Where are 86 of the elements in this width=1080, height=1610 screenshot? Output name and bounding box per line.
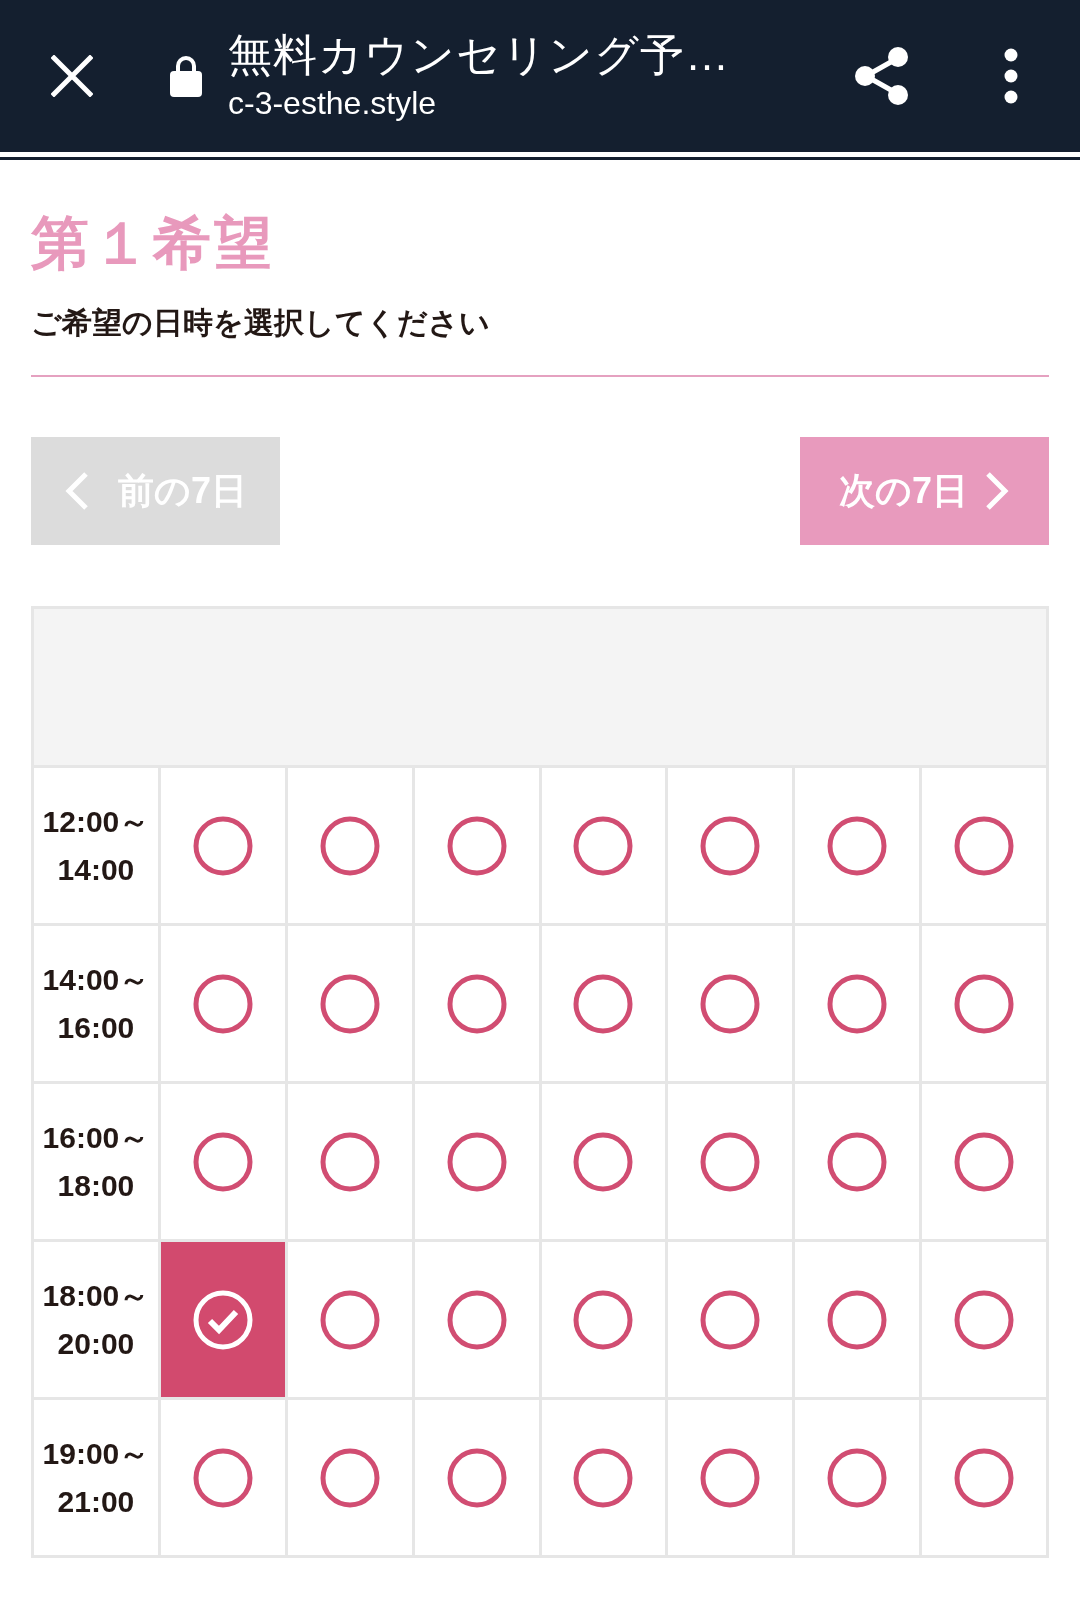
time-label: 19:00～ 21:00 <box>34 1400 158 1555</box>
circle-icon <box>700 1289 761 1350</box>
time-slot-button[interactable] <box>160 1242 285 1397</box>
instruction-text: ご希望の日時を選択してください <box>31 305 491 341</box>
time-slot-button[interactable] <box>287 1084 412 1239</box>
circle-icon <box>319 1447 380 1508</box>
time-slot-button[interactable] <box>414 768 539 923</box>
circle-icon <box>827 1447 888 1508</box>
circle-icon <box>192 973 253 1034</box>
circle-icon <box>954 1447 1015 1508</box>
circle-icon <box>446 815 507 876</box>
circle-icon <box>446 973 507 1034</box>
time-label: 14:00～ 16:00 <box>34 926 158 1081</box>
chevron-left-icon <box>64 471 90 511</box>
time-slot-button[interactable] <box>795 1084 920 1239</box>
circle-icon <box>319 973 380 1034</box>
time-slot-button[interactable] <box>795 1400 920 1555</box>
time-label: 12:00～ 14:00 <box>34 768 158 923</box>
circle-icon <box>827 1131 888 1192</box>
time-slot-button[interactable] <box>922 1400 1046 1555</box>
time-slot-button[interactable] <box>541 768 666 923</box>
time-slot-button[interactable] <box>922 768 1046 923</box>
circle-icon <box>954 973 1015 1034</box>
time-slot-button[interactable] <box>287 926 412 1081</box>
next-week-button[interactable]: 次の7日 <box>800 437 1049 545</box>
lock-icon[interactable] <box>170 55 202 97</box>
time-slot-button[interactable] <box>922 1242 1046 1397</box>
time-slot-button[interactable] <box>541 926 666 1081</box>
time-slot-button[interactable] <box>668 1084 793 1239</box>
circle-icon <box>700 815 761 876</box>
time-slot-button[interactable] <box>414 1242 539 1397</box>
time-slot-button[interactable] <box>160 768 285 923</box>
circle-icon <box>319 815 380 876</box>
circle-icon <box>954 815 1015 876</box>
time-slot-button[interactable] <box>414 1084 539 1239</box>
time-slot-button[interactable] <box>541 1084 666 1239</box>
circle-icon <box>446 1289 507 1350</box>
time-slot-button[interactable] <box>795 1242 920 1397</box>
time-label: 18:00～ 20:00 <box>34 1242 158 1397</box>
circle-icon <box>700 1131 761 1192</box>
circle-icon <box>192 1131 253 1192</box>
circle-icon <box>954 1131 1015 1192</box>
circle-icon <box>319 1131 380 1192</box>
time-label: 16:00～ 18:00 <box>34 1084 158 1239</box>
time-slot-button[interactable] <box>795 768 920 923</box>
circle-icon <box>446 1131 507 1192</box>
circle-icon <box>700 1447 761 1508</box>
circle-icon <box>827 815 888 876</box>
time-slot-button[interactable] <box>668 926 793 1081</box>
circle-icon <box>192 815 253 876</box>
circle-icon <box>319 1289 380 1350</box>
time-slot-button[interactable] <box>414 1400 539 1555</box>
time-slot-button[interactable] <box>541 1400 666 1555</box>
circle-icon <box>573 1447 634 1508</box>
share-icon[interactable] <box>854 46 910 106</box>
circle-icon <box>573 1289 634 1350</box>
close-icon[interactable] <box>51 55 93 97</box>
time-slot-button[interactable] <box>287 1242 412 1397</box>
time-slot-button[interactable] <box>922 926 1046 1081</box>
time-slot-button[interactable] <box>287 1400 412 1555</box>
circle-icon <box>573 815 634 876</box>
circle-icon <box>700 973 761 1034</box>
time-slot-button[interactable] <box>668 768 793 923</box>
time-slot-button[interactable] <box>668 1242 793 1397</box>
time-slot-button[interactable] <box>160 1084 285 1239</box>
circle-icon <box>827 973 888 1034</box>
time-slot-button[interactable] <box>541 1242 666 1397</box>
circle-icon <box>446 1447 507 1508</box>
circle-icon <box>827 1289 888 1350</box>
check-circle-icon <box>192 1289 253 1350</box>
time-slot-button[interactable] <box>795 926 920 1081</box>
circle-icon <box>192 1447 253 1508</box>
time-slot-button[interactable] <box>160 1400 285 1555</box>
circle-icon <box>954 1289 1015 1350</box>
circle-icon <box>573 1131 634 1192</box>
section-heading: 第１希望 <box>31 211 276 275</box>
chevron-right-icon <box>984 471 1010 511</box>
page-title: 無料カウンセリング予… <box>228 30 731 80</box>
more-options-icon[interactable] <box>1004 48 1018 104</box>
time-slot-button[interactable] <box>287 768 412 923</box>
time-slot-button[interactable] <box>160 926 285 1081</box>
time-slot-button[interactable] <box>414 926 539 1081</box>
page-url: c-3-esthe.style <box>228 84 438 122</box>
circle-icon <box>573 973 634 1034</box>
time-slot-button[interactable] <box>922 1084 1046 1239</box>
time-slot-button[interactable] <box>668 1400 793 1555</box>
